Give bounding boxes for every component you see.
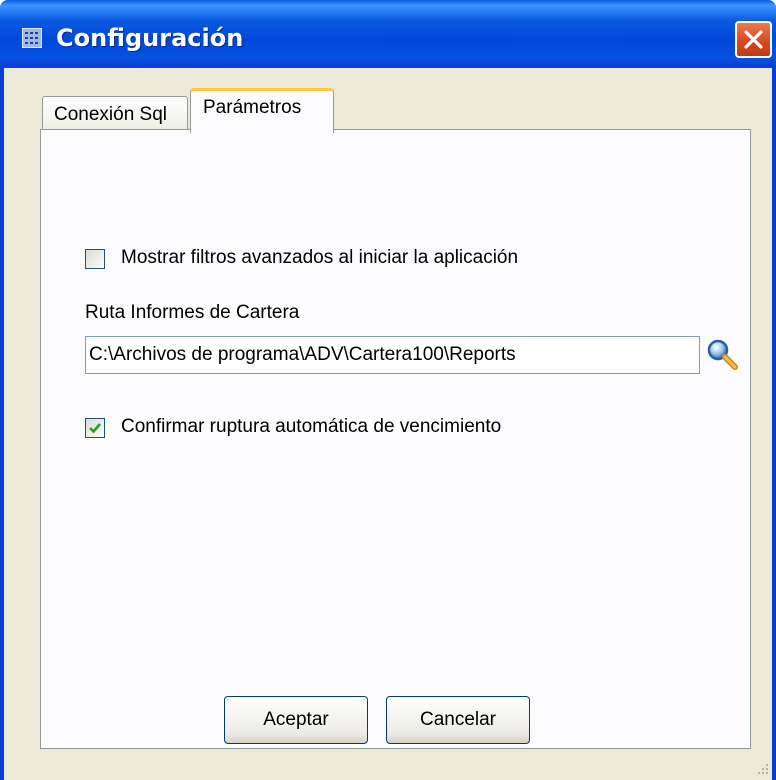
window-title: Configuración bbox=[56, 24, 244, 52]
show-filters-checkbox[interactable] bbox=[85, 249, 105, 269]
checkmark-icon bbox=[89, 423, 101, 434]
configuration-window: Configuración Conexión Sql Parámetros Mo… bbox=[0, 0, 776, 780]
close-icon bbox=[744, 30, 763, 49]
close-button[interactable] bbox=[735, 21, 772, 58]
tab-parametros[interactable]: Parámetros bbox=[190, 88, 334, 133]
cancel-button[interactable]: Cancelar bbox=[386, 696, 530, 744]
browse-button[interactable] bbox=[705, 337, 741, 373]
report-path-input[interactable]: C:\Archivos de programa\ADV\Cartera100\R… bbox=[85, 336, 700, 374]
title-bar[interactable]: Configuración bbox=[0, 0, 776, 68]
report-path-label: Ruta Informes de Cartera bbox=[85, 302, 300, 323]
tab-conexion-sql[interactable]: Conexión Sql bbox=[42, 96, 188, 132]
show-filters-label: Mostrar filtros avanzados al iniciar la … bbox=[121, 247, 519, 268]
grid-app-icon bbox=[22, 28, 42, 48]
resize-grip[interactable] bbox=[756, 762, 770, 776]
accept-button[interactable]: Aceptar bbox=[224, 696, 368, 744]
magnifier-icon bbox=[707, 339, 738, 370]
confirm-break-checkbox[interactable] bbox=[85, 418, 105, 438]
confirm-break-label: Confirmar ruptura automática de vencimie… bbox=[121, 416, 502, 437]
dialog-body: Conexión Sql Parámetros Mostrar filtros … bbox=[4, 68, 772, 780]
parametros-panel: Mostrar filtros avanzados al iniciar la … bbox=[40, 129, 751, 749]
